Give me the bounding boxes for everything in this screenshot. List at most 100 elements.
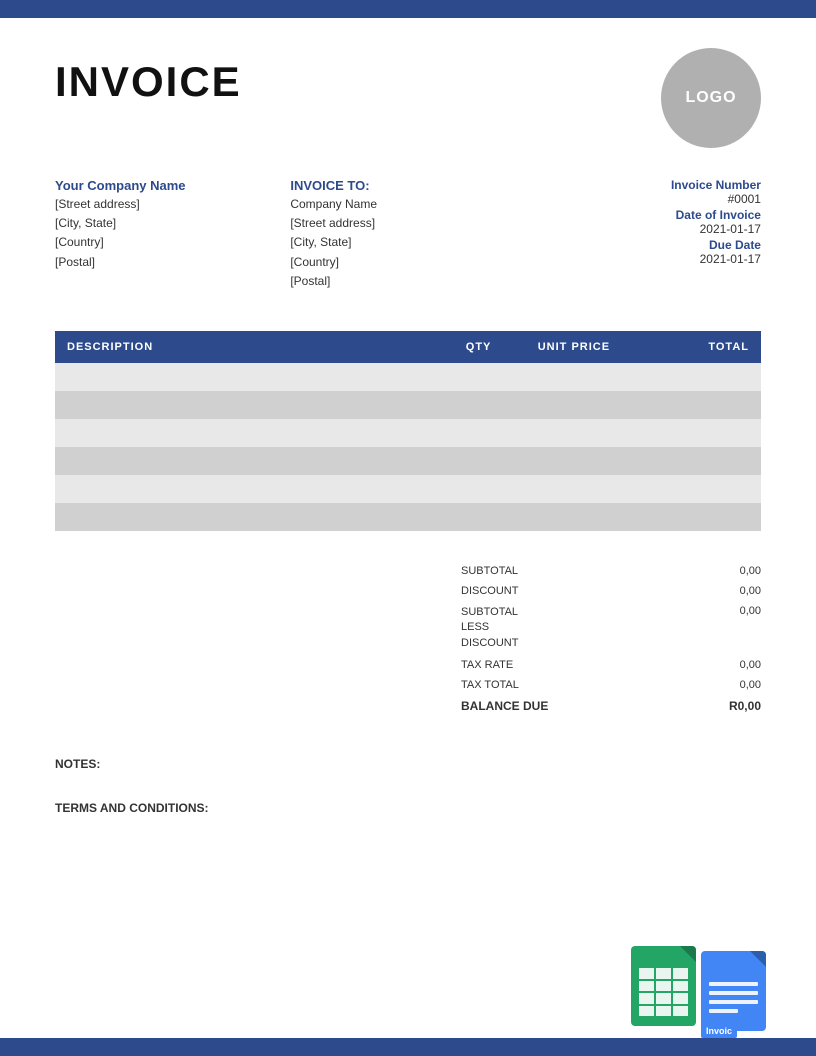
due-date-label: Due Date — [526, 238, 761, 252]
date-of-invoice-value: 2021-01-17 — [526, 222, 761, 236]
col-total: TOTAL — [634, 331, 761, 363]
tax-total-value: 0,00 — [711, 679, 761, 691]
docs-line — [709, 991, 758, 995]
balance-due-row: BALANCE DUE R0,00 — [461, 695, 761, 717]
to-company: Company Name — [290, 195, 525, 214]
tax-rate-row: TAX RATE 0,00 — [461, 655, 761, 675]
col-description: DESCRIPTION — [55, 331, 443, 363]
row-total — [634, 503, 761, 531]
row-unit-price — [514, 475, 634, 503]
balance-due-value: R0,00 — [729, 699, 761, 713]
balance-due-label: BALANCE DUE — [461, 699, 548, 713]
row-description — [55, 475, 443, 503]
grid-cell — [673, 993, 688, 1004]
totals-table: SUBTOTAL 0,00 DISCOUNT 0,00 SUBTOTALLESS… — [461, 561, 761, 717]
discount-value: 0,00 — [711, 585, 761, 597]
totals-section: SUBTOTAL 0,00 DISCOUNT 0,00 SUBTOTALLESS… — [55, 561, 761, 717]
discount-label: DISCOUNT — [461, 585, 518, 597]
invoice-title: INVOICE — [55, 58, 242, 106]
invoice-title-container: INVOICE — [55, 48, 242, 106]
due-date-row: Due Date 2021-01-17 — [526, 238, 761, 266]
row-description — [55, 447, 443, 475]
google-docs-icon: Invoic — [701, 951, 776, 1036]
row-unit-price — [514, 419, 634, 447]
to-line3: [Country] — [290, 253, 525, 272]
google-sheets-icon — [631, 946, 711, 1036]
address-to: INVOICE TO: Company Name [Street address… — [290, 178, 525, 291]
table-row — [55, 503, 761, 531]
notes-section: NOTES: — [55, 757, 761, 771]
table-row — [55, 391, 761, 419]
tax-rate-label: TAX RATE — [461, 659, 513, 671]
docs-icon-lines — [709, 973, 758, 1021]
from-line3: [Country] — [55, 233, 290, 252]
address-from: Your Company Name [Street address] [City… — [55, 178, 290, 291]
notes-label: NOTES: — [55, 757, 761, 771]
row-total — [634, 419, 761, 447]
bottom-icons: Invoic — [631, 946, 776, 1036]
row-qty — [443, 419, 514, 447]
to-line1: [Street address] — [290, 214, 525, 233]
tax-total-label: TAX TOTAL — [461, 679, 519, 691]
row-unit-price — [514, 503, 634, 531]
row-description — [55, 419, 443, 447]
subtotal-less-row: SUBTOTALLESSDISCOUNT 0,00 — [461, 601, 761, 655]
row-total — [634, 475, 761, 503]
grid-cell — [639, 993, 654, 1004]
tax-total-row: TAX TOTAL 0,00 — [461, 675, 761, 695]
docs-icon-corner — [750, 951, 766, 967]
items-table: DESCRIPTION QTY UNIT PRICE TOTAL — [55, 331, 761, 531]
due-date-value: 2021-01-17 — [526, 252, 761, 266]
sheets-icon-body — [631, 946, 696, 1026]
row-qty — [443, 391, 514, 419]
grid-cell — [656, 968, 671, 979]
from-line4: [Postal] — [55, 253, 290, 272]
addresses-section: Your Company Name [Street address] [City… — [55, 178, 761, 291]
grid-cell — [639, 981, 654, 992]
subtotal-value: 0,00 — [711, 565, 761, 577]
from-line1: [Street address] — [55, 195, 290, 214]
table-header-row: DESCRIPTION QTY UNIT PRICE TOTAL — [55, 331, 761, 363]
row-unit-price — [514, 363, 634, 391]
row-qty — [443, 447, 514, 475]
from-line2: [City, State] — [55, 214, 290, 233]
row-description — [55, 503, 443, 531]
invoice-meta: Invoice Number #0001 Date of Invoice 202… — [526, 178, 761, 291]
to-line4: [Postal] — [290, 272, 525, 291]
tax-rate-value: 0,00 — [711, 659, 761, 671]
subtotal-less-label: SUBTOTALLESSDISCOUNT — [461, 605, 518, 651]
docs-line-short — [709, 1009, 738, 1013]
row-unit-price — [514, 391, 634, 419]
sheets-icon-grid — [639, 968, 688, 1016]
grid-cell — [639, 968, 654, 979]
grid-cell — [656, 993, 671, 1004]
invoice-number-label: Invoice Number — [526, 178, 761, 192]
top-bar — [0, 0, 816, 18]
row-qty — [443, 475, 514, 503]
col-unit-price: UNIT PRICE — [514, 331, 634, 363]
sheets-icon-corner — [680, 946, 696, 962]
invoice-to-label: INVOICE TO: — [290, 178, 525, 193]
subtotal-less-value: 0,00 — [711, 605, 761, 651]
row-description — [55, 363, 443, 391]
grid-cell — [656, 981, 671, 992]
to-line2: [City, State] — [290, 233, 525, 252]
docs-line — [709, 1000, 758, 1004]
docs-line — [709, 982, 758, 986]
subtotal-label: SUBTOTAL — [461, 565, 518, 577]
row-total — [634, 447, 761, 475]
row-qty — [443, 503, 514, 531]
grid-cell — [673, 981, 688, 992]
terms-section: TERMS AND CONDITIONS: — [55, 801, 761, 815]
date-of-invoice-label: Date of Invoice — [526, 208, 761, 222]
grid-cell — [656, 1006, 671, 1017]
table-row — [55, 447, 761, 475]
table-row — [55, 363, 761, 391]
row-qty — [443, 363, 514, 391]
invoice-number-row: Invoice Number #0001 — [526, 178, 761, 206]
header-section: INVOICE LOGO — [55, 48, 761, 148]
from-company-name: Your Company Name — [55, 178, 290, 193]
terms-label: TERMS AND CONDITIONS: — [55, 801, 761, 815]
row-description — [55, 391, 443, 419]
grid-cell — [673, 1006, 688, 1017]
